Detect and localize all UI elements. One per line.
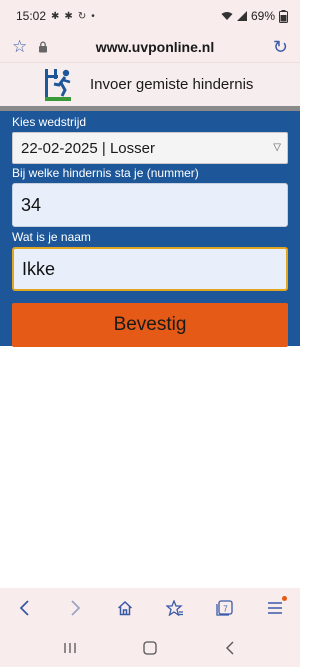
status-right: 69% <box>221 9 288 23</box>
obstacle-value: 34 <box>21 194 42 215</box>
name-label: Wat is je naam <box>12 230 91 244</box>
notification-dot <box>282 596 287 601</box>
status-time: 15:02 <box>16 9 47 23</box>
name-value: Ikke <box>22 258 56 279</box>
reload-icon[interactable]: ↻ <box>266 37 288 58</box>
obstacle-number-input[interactable]: 34 <box>12 183 288 227</box>
home-icon <box>117 600 133 616</box>
sync-icon: ↻ <box>77 10 87 22</box>
bookmark-star-icon <box>166 600 183 616</box>
android-nav-bar <box>0 628 300 667</box>
recent-apps-button[interactable] <box>55 633 85 663</box>
menu-button[interactable] <box>260 593 290 623</box>
forward-button[interactable] <box>60 593 90 623</box>
browser-toolbar: 7 <box>0 588 300 628</box>
runner-logo-icon <box>45 68 71 101</box>
bookmarks-button[interactable] <box>160 593 190 623</box>
url-text[interactable]: www.uvponline.nl <box>44 39 266 55</box>
chevron-right-icon <box>71 600 81 616</box>
home-button[interactable] <box>110 593 140 623</box>
maple-leaf-icon: ✱ <box>51 10 60 22</box>
back-nav-icon <box>226 641 234 654</box>
name-input[interactable]: Ikke <box>12 247 288 291</box>
home-nav-button[interactable] <box>135 633 165 663</box>
tabs-icon: 7 <box>216 600 233 616</box>
competition-select[interactable]: 22-02-2025 | Losser ▽ <box>12 132 288 164</box>
wifi-icon <box>221 12 233 20</box>
battery-icon <box>279 9 288 23</box>
tabs-button[interactable]: 7 <box>210 593 240 623</box>
confirm-button[interactable]: Bevestig <box>12 303 288 347</box>
menu-icon <box>268 602 282 614</box>
competition-value: 22-02-2025 | Losser <box>21 139 155 157</box>
recent-apps-icon <box>64 642 76 653</box>
obstacle-label: Bij welke hindernis sta je (nummer) <box>12 166 199 180</box>
chevron-down-icon: ▽ <box>273 142 281 153</box>
competition-label: Kies wedstrijd <box>12 115 87 129</box>
dot-icon: • <box>91 10 95 22</box>
tab-count: 7 <box>223 605 228 614</box>
back-nav-button[interactable] <box>215 633 245 663</box>
status-left: 15:02 ✱ ✱ ↻ • <box>16 9 95 23</box>
home-square-icon <box>143 640 157 655</box>
page-title: Invoer gemiste hindernis <box>90 76 254 93</box>
signal-icon <box>236 11 247 21</box>
form-panel: Kies wedstrijd 22-02-2025 | Losser ▽ Bij… <box>0 111 300 347</box>
back-button[interactable] <box>10 593 40 623</box>
status-bar: 15:02 ✱ ✱ ↻ • 69% <box>0 0 300 32</box>
battery-percent: 69% <box>250 9 275 23</box>
address-bar: ☆ www.uvponline.nl ↻ <box>0 32 300 62</box>
bookmark-star-icon[interactable]: ☆ <box>12 37 32 57</box>
site-header: Invoer gemiste hindernis <box>0 62 300 106</box>
maple-leaf-icon: ✱ <box>64 10 73 22</box>
chevron-left-icon <box>19 600 29 616</box>
